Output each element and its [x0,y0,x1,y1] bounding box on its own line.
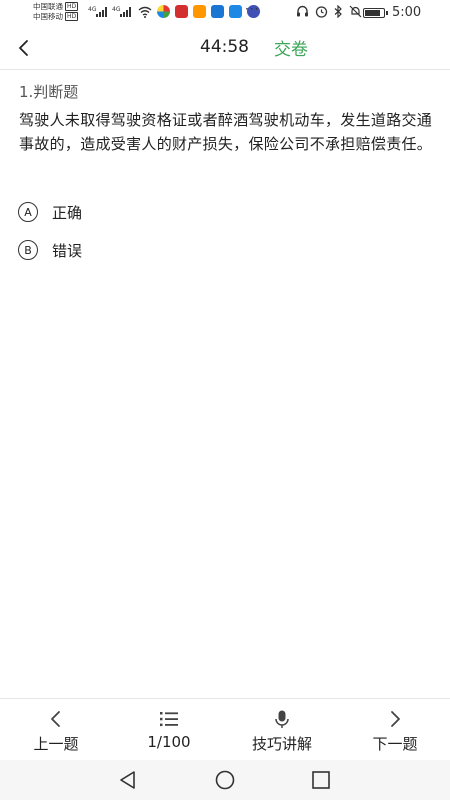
chevron-right-icon [391,711,400,727]
alarm-icon [315,6,328,18]
tips-explanation-label: 技巧讲解 [251,735,312,753]
next-question-label: 下一题 [372,735,418,753]
carrier-info: 中国联通 HD 中国移动 HD [33,2,79,22]
next-question-button[interactable]: 下一题 [339,699,450,761]
question-type-label: 1.判断题 [19,83,79,101]
signal-1-icon [96,7,107,17]
recents-square-icon[interactable] [310,769,332,791]
option-b-text: 错误 [52,241,83,260]
status-time: 5:00 [392,5,422,20]
option-a-letter: A [18,202,38,222]
message-app-icon [211,5,224,18]
more-notifications-icon: ··· [245,2,260,16]
battery-icon [363,8,388,18]
app-notification-icon [157,5,170,18]
notification-icons [138,5,260,18]
option-b-letter: B [18,240,38,260]
home-circle-icon[interactable] [214,769,236,791]
mute-bell-icon [349,5,362,18]
prev-question-button[interactable]: 上一题 [0,699,112,761]
back-triangle-icon[interactable] [117,769,139,791]
option-a-text: 正确 [52,203,83,222]
signal-2-icon [120,7,131,17]
hd-badge-2: HD [65,12,79,21]
system-navigation-bar [0,760,450,800]
option-b[interactable]: B 错误 [18,238,82,262]
chevron-left-icon [51,711,60,727]
hd-badge-1: HD [65,2,79,11]
tips-explanation-button[interactable]: 技巧讲解 [226,699,338,761]
headset-icon [297,5,308,17]
news-app-icon [175,5,188,18]
list-icon [160,712,178,727]
carrier-1: 中国联通 [33,2,63,11]
countdown-timer: 44:58 [200,37,249,57]
question-list-button[interactable]: 1/100 [113,699,225,761]
back-button[interactable] [10,34,38,62]
question-progress: 1/100 [147,733,191,751]
submit-exam-button[interactable]: 交卷 [274,35,308,60]
bottom-navigation: 上一题 1/100 技巧讲解 下一题 [0,698,450,760]
chevron-left-icon [19,40,28,56]
system-icons [296,5,362,18]
security-app-icon [229,5,242,18]
carrier-2: 中国移动 [33,12,63,21]
question-text: 驾驶人未取得驾驶资格证或者醉酒驾驶机动车，发生道路交通事故的，造成受害人的财产损… [19,111,433,153]
exam-header: 44:58 交卷 [0,26,450,70]
reader-app-icon [193,5,206,18]
option-a[interactable]: A 正确 [18,200,82,224]
microphone-icon [275,710,289,728]
status-bar: 中国联通 HD 中国移动 HD 4G 4G ··· 5:00 [0,0,450,26]
prev-question-label: 上一题 [33,735,79,753]
bluetooth-icon [334,5,342,18]
wifi-icon [138,6,152,18]
